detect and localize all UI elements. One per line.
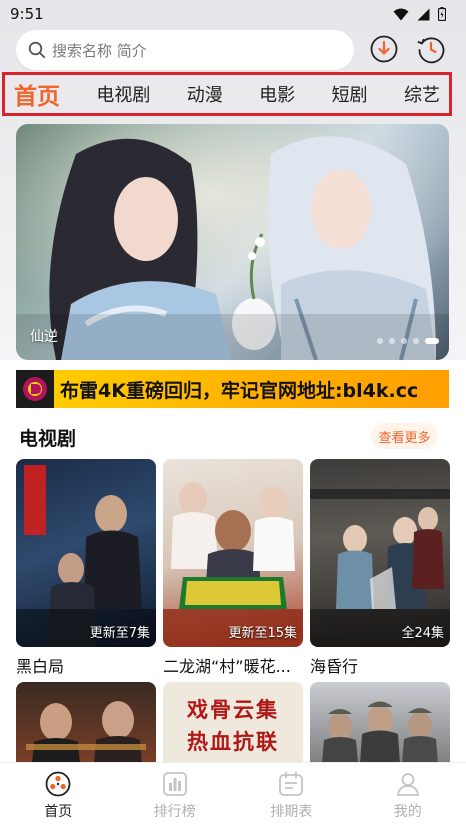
- carousel-dot[interactable]: [377, 338, 383, 344]
- banner-artwork: [16, 124, 449, 360]
- tab-variety[interactable]: 综艺: [404, 81, 440, 107]
- category-tabs: 首页 电视剧 动漫 电影 短剧 综艺: [2, 72, 452, 116]
- search-placeholder: 搜索名称 简介: [52, 41, 147, 60]
- tab-anime[interactable]: 动漫: [187, 81, 223, 107]
- user-icon: [396, 772, 419, 796]
- media-poster[interactable]: 戏骨云集 热血抗联: [163, 682, 303, 764]
- poster-artwork: [322, 701, 438, 764]
- carousel-dot[interactable]: [401, 338, 407, 344]
- history-button[interactable]: [416, 34, 446, 64]
- episode-badge: 更新至7集: [89, 626, 150, 641]
- media-poster[interactable]: [16, 682, 156, 764]
- poster-artwork: [310, 489, 450, 647]
- media-poster[interactable]: 更新至15集: [163, 459, 303, 647]
- ad-text: 布雷4K重磅回归，牢记官网地址:bl4k.cc: [60, 379, 419, 402]
- tab-tv-series[interactable]: 电视剧: [96, 81, 150, 107]
- brand-logo-icon: [23, 377, 47, 401]
- media-card[interactable]: 更新至7集 黑白局: [16, 459, 156, 677]
- media-title: 黑白局: [16, 657, 65, 676]
- see-more-button[interactable]: 查看更多: [371, 423, 438, 449]
- tab-short-drama[interactable]: 短剧: [332, 81, 368, 107]
- bar-chart-icon: [162, 771, 187, 796]
- episode-badge: 全24集: [401, 626, 444, 641]
- history-clock-icon: [417, 37, 445, 64]
- wifi-icon: [393, 8, 409, 20]
- nav-schedule[interactable]: 排期表: [246, 771, 336, 821]
- nav-profile[interactable]: 我的: [363, 771, 453, 821]
- carousel-dot[interactable]: [413, 338, 419, 344]
- media-card[interactable]: 更新至15集 二龙湖“村”暖花...: [163, 459, 303, 677]
- download-button[interactable]: [369, 34, 399, 64]
- nav-home[interactable]: 首页: [13, 771, 103, 821]
- status-time: 9:51: [10, 5, 44, 23]
- media-poster[interactable]: [310, 682, 450, 764]
- film-reel-icon: [45, 771, 71, 796]
- carousel-dots[interactable]: [377, 338, 439, 344]
- nav-profile-label: 我的: [393, 803, 422, 820]
- poster-headline: 热血抗联: [187, 730, 279, 754]
- status-icons: [393, 7, 446, 21]
- signal-icon: [417, 8, 430, 20]
- tab-movie[interactable]: 电影: [259, 81, 295, 107]
- nav-schedule-label: 排期表: [270, 803, 313, 820]
- status-bar: 9:51: [0, 0, 466, 28]
- poster-artwork: [16, 465, 156, 647]
- bottom-navigation: 首页 排行榜 排期表 我的: [0, 762, 466, 828]
- poster-artwork: [163, 482, 303, 647]
- search-bar[interactable]: 搜索名称 简介: [16, 30, 354, 70]
- battery-icon: [438, 7, 446, 21]
- nav-home-label: 首页: [44, 803, 73, 820]
- calendar-icon: [279, 771, 304, 796]
- episode-badge: 更新至15集: [228, 626, 297, 641]
- banner-title: 仙逆: [30, 329, 58, 345]
- ad-logo: [16, 370, 54, 408]
- media-card[interactable]: 全24集 海昏行: [310, 459, 450, 677]
- media-title: 海昏行: [310, 657, 359, 676]
- tab-home[interactable]: 首页: [14, 77, 60, 111]
- section-title: 电视剧: [19, 428, 77, 450]
- poster-artwork: [26, 701, 146, 764]
- ad-banner[interactable]: 布雷4K重磅回归，牢记官网地址:bl4k.cc: [16, 370, 449, 408]
- nav-ranking-label: 排行榜: [153, 803, 196, 820]
- download-icon: [370, 35, 398, 63]
- carousel-dot-active[interactable]: [425, 338, 439, 344]
- carousel-dot[interactable]: [389, 338, 395, 344]
- media-poster[interactable]: 全24集: [310, 459, 450, 647]
- search-icon: [28, 41, 46, 59]
- nav-ranking[interactable]: 排行榜: [130, 771, 220, 821]
- media-poster[interactable]: 更新至7集: [16, 459, 156, 647]
- media-title: 二龙湖“村”暖花...: [163, 657, 291, 676]
- poster-headline: 戏骨云集: [187, 698, 279, 722]
- featured-banner[interactable]: 仙逆: [16, 124, 449, 360]
